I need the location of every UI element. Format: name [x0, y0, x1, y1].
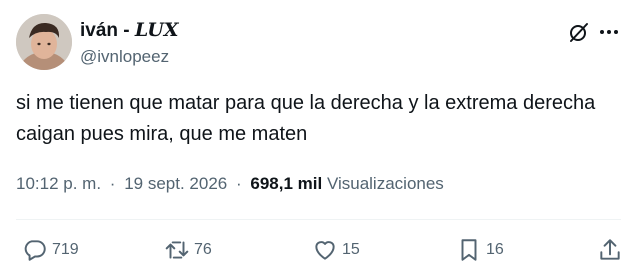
like-button[interactable]: 15 [312, 234, 360, 266]
views-label[interactable]: Visualizaciones [327, 174, 444, 193]
bookmark-count: 16 [486, 241, 504, 258]
tweet-date[interactable]: 19 sept. 2026 [124, 174, 227, 193]
tweet-header: iván - LUX @ivnlopeez [16, 12, 621, 72]
views-count[interactable]: 698,1 mil [250, 174, 322, 193]
reply-count: 719 [52, 241, 79, 258]
profile-photo-icon [16, 14, 72, 70]
retweet-button[interactable]: 76 [164, 234, 212, 266]
avatar[interactable] [16, 14, 72, 70]
meta-separator: · [235, 174, 242, 193]
reply-button[interactable]: 719 [22, 234, 79, 266]
bookmark-button[interactable]: 16 [456, 234, 504, 266]
heart-icon [315, 241, 335, 260]
display-name-styled: LUX [134, 19, 179, 41]
more-icon[interactable] [597, 20, 621, 44]
action-bar: 719 76 15 16 [16, 234, 621, 266]
user-names: iván - LUX @ivnlopeez [80, 18, 179, 69]
like-count: 15 [342, 241, 360, 258]
tweet-text: si me tienen que matar para que la derec… [16, 92, 596, 145]
retweet-icon [165, 241, 189, 259]
divider [16, 219, 621, 220]
share-icon [600, 239, 620, 260]
display-name[interactable]: iván - LUX [80, 18, 179, 43]
user-handle[interactable]: @ivnlopeez [80, 45, 179, 69]
share-button[interactable] [597, 234, 623, 266]
retweet-count: 76 [194, 241, 212, 258]
grok-icon[interactable] [567, 20, 591, 44]
meta-separator: · [109, 174, 116, 193]
reply-icon [24, 240, 46, 261]
tweet-meta: 10:12 p. m. · 19 sept. 2026 · 698,1 mil … [16, 174, 444, 194]
tweet-time[interactable]: 10:12 p. m. [16, 174, 101, 193]
bookmark-icon [461, 239, 477, 261]
